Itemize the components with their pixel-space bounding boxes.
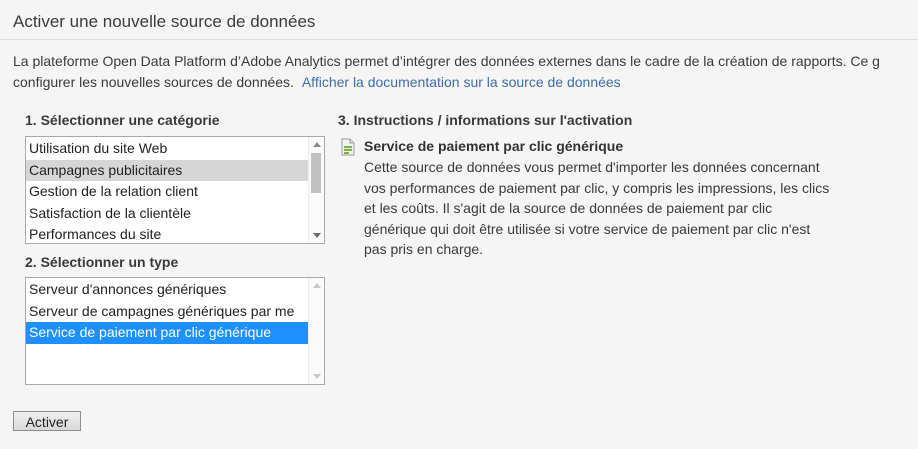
- intro-text: La plateforme Open Data Platform d’Adobe…: [13, 51, 918, 93]
- title-divider: [0, 39, 918, 40]
- type-listbox[interactable]: Serveur d'annonces génériques Serveur de…: [25, 277, 325, 385]
- intro-line-1: La plateforme Open Data Platform d’Adobe…: [13, 53, 880, 69]
- type-option[interactable]: Serveur d'annonces génériques: [26, 279, 308, 301]
- type-scrollbar[interactable]: [308, 278, 324, 384]
- type-option-selected[interactable]: Service de paiement par clic générique: [26, 322, 308, 344]
- intro-line-2: configurer les nouvelles sources de donn…: [13, 72, 918, 93]
- scroll-up-arrow-icon[interactable]: [313, 283, 321, 288]
- category-heading: 1. Sélectionner une catégorie: [25, 112, 220, 128]
- scroll-up-arrow-icon[interactable]: [313, 142, 321, 147]
- type-heading: 2. Sélectionner un type: [25, 254, 179, 270]
- documentation-link[interactable]: Afficher la documentation sur la source …: [302, 74, 621, 90]
- category-listbox[interactable]: Utilisation du site Web Campagnes public…: [25, 136, 325, 244]
- category-option[interactable]: Gestion de la relation client: [26, 181, 308, 203]
- instructions-heading: 3. Instructions / informations sur l'act…: [338, 112, 633, 128]
- category-scrollbar[interactable]: [308, 137, 324, 243]
- activate-button[interactable]: Activer: [13, 411, 81, 431]
- scroll-down-arrow-icon[interactable]: [313, 233, 321, 238]
- category-option[interactable]: Satisfaction de la clientèle: [26, 203, 308, 225]
- datasource-icon: [340, 138, 356, 156]
- type-option[interactable]: Serveur de campagnes génériques par me: [26, 301, 308, 323]
- scroll-down-arrow-icon[interactable]: [313, 374, 321, 379]
- intro-line-2-text: configurer les nouvelles sources de donn…: [13, 74, 294, 90]
- instructions-item-title: Service de paiement par clic générique: [364, 138, 624, 154]
- scroll-thumb[interactable]: [311, 153, 321, 193]
- page-title: Activer une nouvelle source de données: [13, 12, 316, 31]
- instructions-text: Cette source de données vous permet d'im…: [364, 159, 830, 257]
- category-option[interactable]: Performances du site: [26, 224, 308, 243]
- category-option-selected[interactable]: Campagnes publicitaires: [26, 159, 308, 181]
- category-option[interactable]: Utilisation du site Web: [26, 138, 308, 160]
